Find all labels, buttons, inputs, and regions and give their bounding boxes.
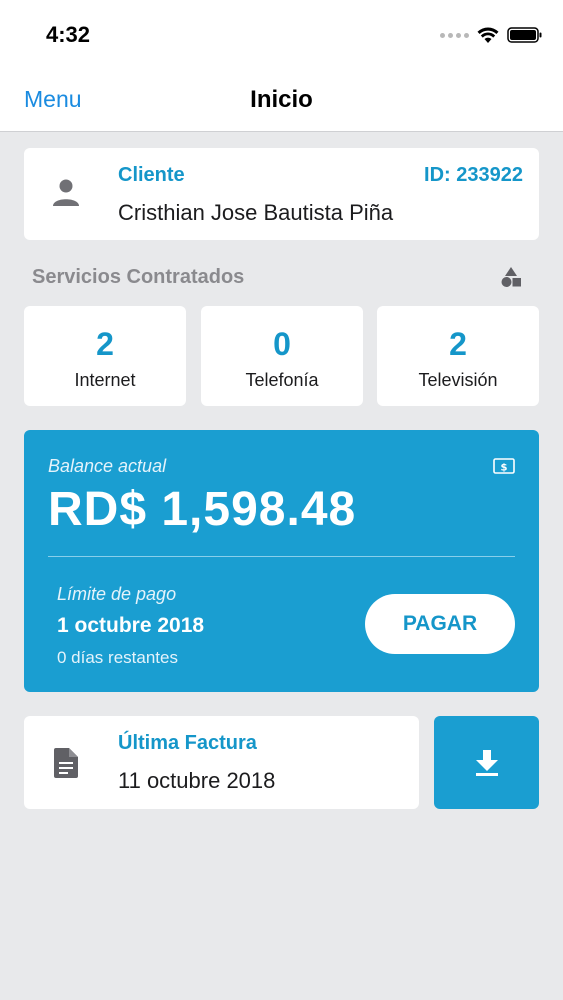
- balance-card: Balance actual $ RD$ 1,598.48 Límite de …: [24, 430, 539, 692]
- days-remaining: 0 días restantes: [57, 648, 178, 667]
- status-icons: [440, 24, 543, 46]
- services-title: Servicios Contratados: [32, 266, 245, 288]
- service-label: Internet: [74, 370, 136, 390]
- wifi-icon: [477, 27, 499, 43]
- payment-limit-label: Límite de pago: [57, 584, 177, 604]
- person-icon: [53, 179, 79, 206]
- battery-icon: [507, 27, 542, 43]
- last-invoice-card[interactable]: Última Factura 11 octubre 2018: [24, 716, 419, 809]
- balance-divider: [48, 556, 515, 557]
- client-id: ID: 233922: [424, 164, 523, 186]
- client-label: Cliente: [118, 164, 185, 186]
- shapes-icon[interactable]: [500, 266, 522, 288]
- service-label: Telefonía: [245, 370, 319, 390]
- download-icon: [475, 749, 498, 776]
- money-icon: $: [493, 458, 515, 474]
- document-icon: [54, 748, 78, 778]
- service-count: 2: [449, 326, 467, 362]
- status-bar: 4:32: [0, 0, 563, 68]
- payment-limit-date: 1 octubre 2018: [57, 614, 205, 637]
- service-count: 2: [96, 326, 114, 362]
- invoice-date: 11 octubre 2018: [118, 768, 276, 793]
- service-label: Televisión: [418, 370, 498, 390]
- service-count: 0: [273, 326, 291, 362]
- svg-text:$: $: [501, 462, 508, 473]
- service-card-telefonia[interactable]: 0 Telefonía: [201, 306, 363, 406]
- pay-button[interactable]: PAGAR: [365, 594, 515, 654]
- status-time: 4:32: [46, 22, 91, 47]
- service-card-television[interactable]: 2 Televisión: [377, 306, 539, 406]
- client-card: Cliente ID: 233922 Cristhian Jose Bautis…: [24, 148, 539, 240]
- page-title: Inicio: [250, 86, 313, 113]
- client-name: Cristhian Jose Bautista Piña: [118, 200, 394, 225]
- invoice-label: Última Factura: [118, 732, 257, 754]
- download-button[interactable]: [434, 716, 539, 809]
- signal-dots-icon: [440, 32, 469, 38]
- service-card-internet[interactable]: 2 Internet: [24, 306, 186, 406]
- nav-bar: Menu Inicio: [0, 68, 563, 132]
- balance-amount: RD$ 1,598.48: [48, 483, 357, 536]
- balance-label: Balance actual: [48, 456, 167, 476]
